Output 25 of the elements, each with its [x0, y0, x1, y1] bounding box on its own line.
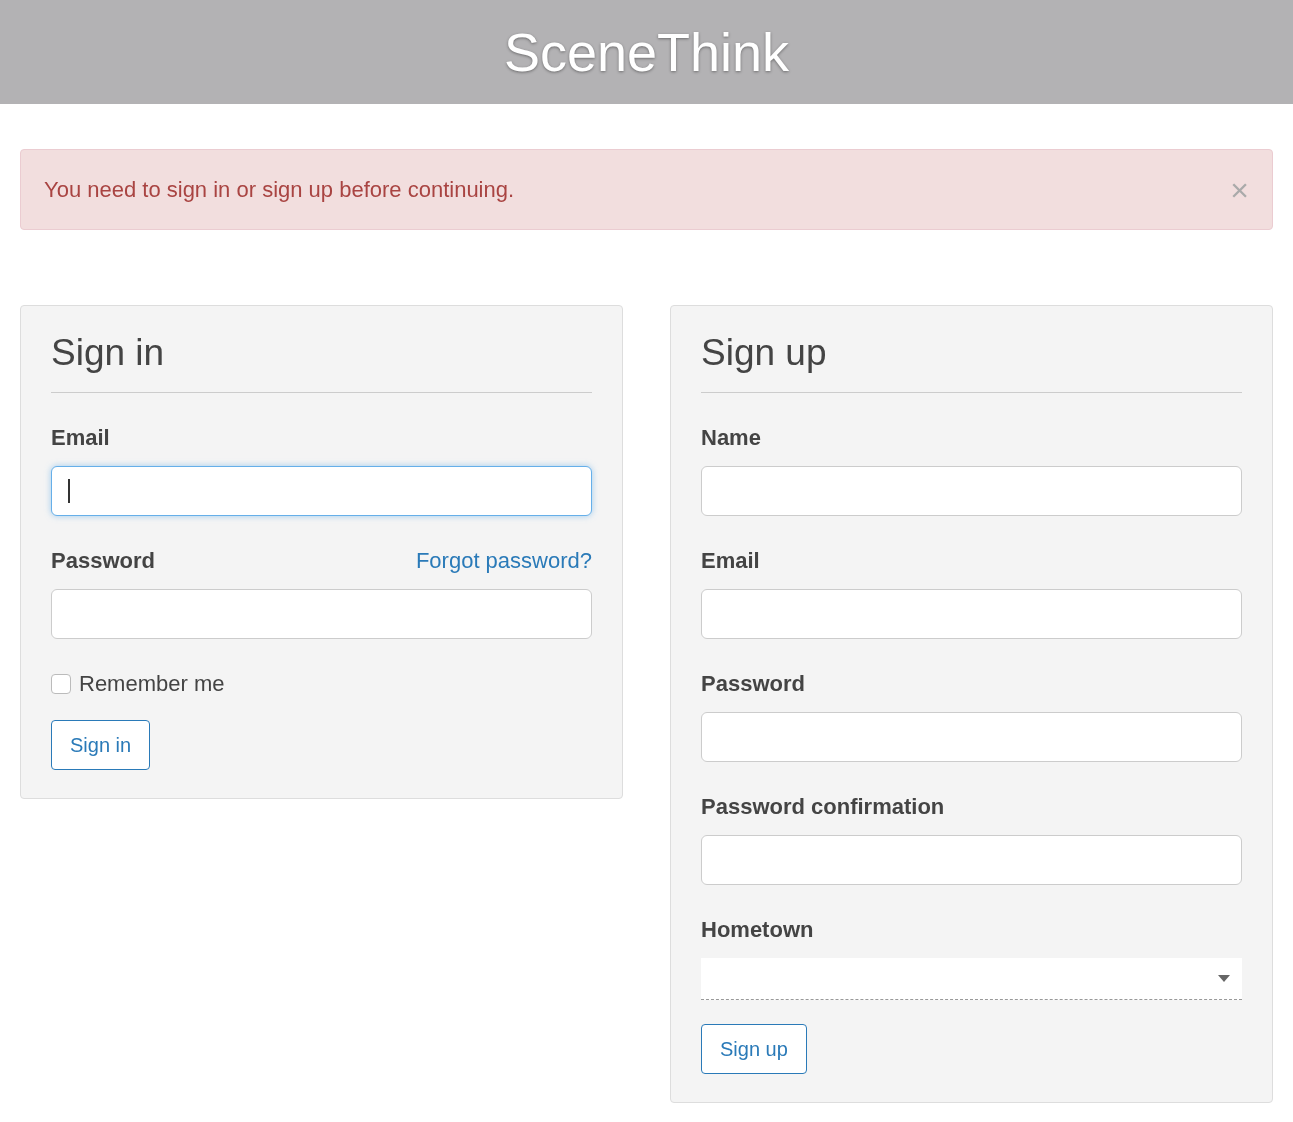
field-label: Password: [701, 671, 805, 697]
sign-up-button[interactable]: Sign up: [701, 1024, 807, 1075]
input-field[interactable]: [701, 466, 1242, 517]
caret-icon: [1218, 974, 1230, 983]
field-label: Password confirmation: [701, 794, 945, 820]
input-field[interactable]: [701, 712, 1242, 763]
forgot-password-link[interactable]: Forgot password?: [415, 544, 592, 578]
remember-me-label: Remember me: [79, 670, 225, 699]
alert-message: You need to sign in or sign up before continuing.: [44, 176, 515, 204]
field-label: Email: [701, 548, 760, 574]
field-label: Email: [51, 424, 110, 453]
field-label: Hometown: [701, 917, 814, 943]
input-field[interactable]: [701, 589, 1242, 640]
text-cursor: [68, 479, 70, 504]
input-field[interactable]: [701, 835, 1242, 886]
input-field[interactable]: [51, 589, 592, 640]
panel-title: Sign up: [701, 330, 1242, 394]
site-title: SceneThink: [503, 20, 790, 84]
select-field[interactable]: [701, 958, 1242, 1001]
panel-title: Sign in: [51, 330, 592, 394]
input-field[interactable]: [51, 466, 592, 517]
checkbox[interactable]: [51, 673, 71, 694]
sign-in-button[interactable]: Sign in: [51, 720, 151, 771]
field-label: Name: [701, 425, 761, 451]
field-label: Password: [51, 547, 155, 576]
